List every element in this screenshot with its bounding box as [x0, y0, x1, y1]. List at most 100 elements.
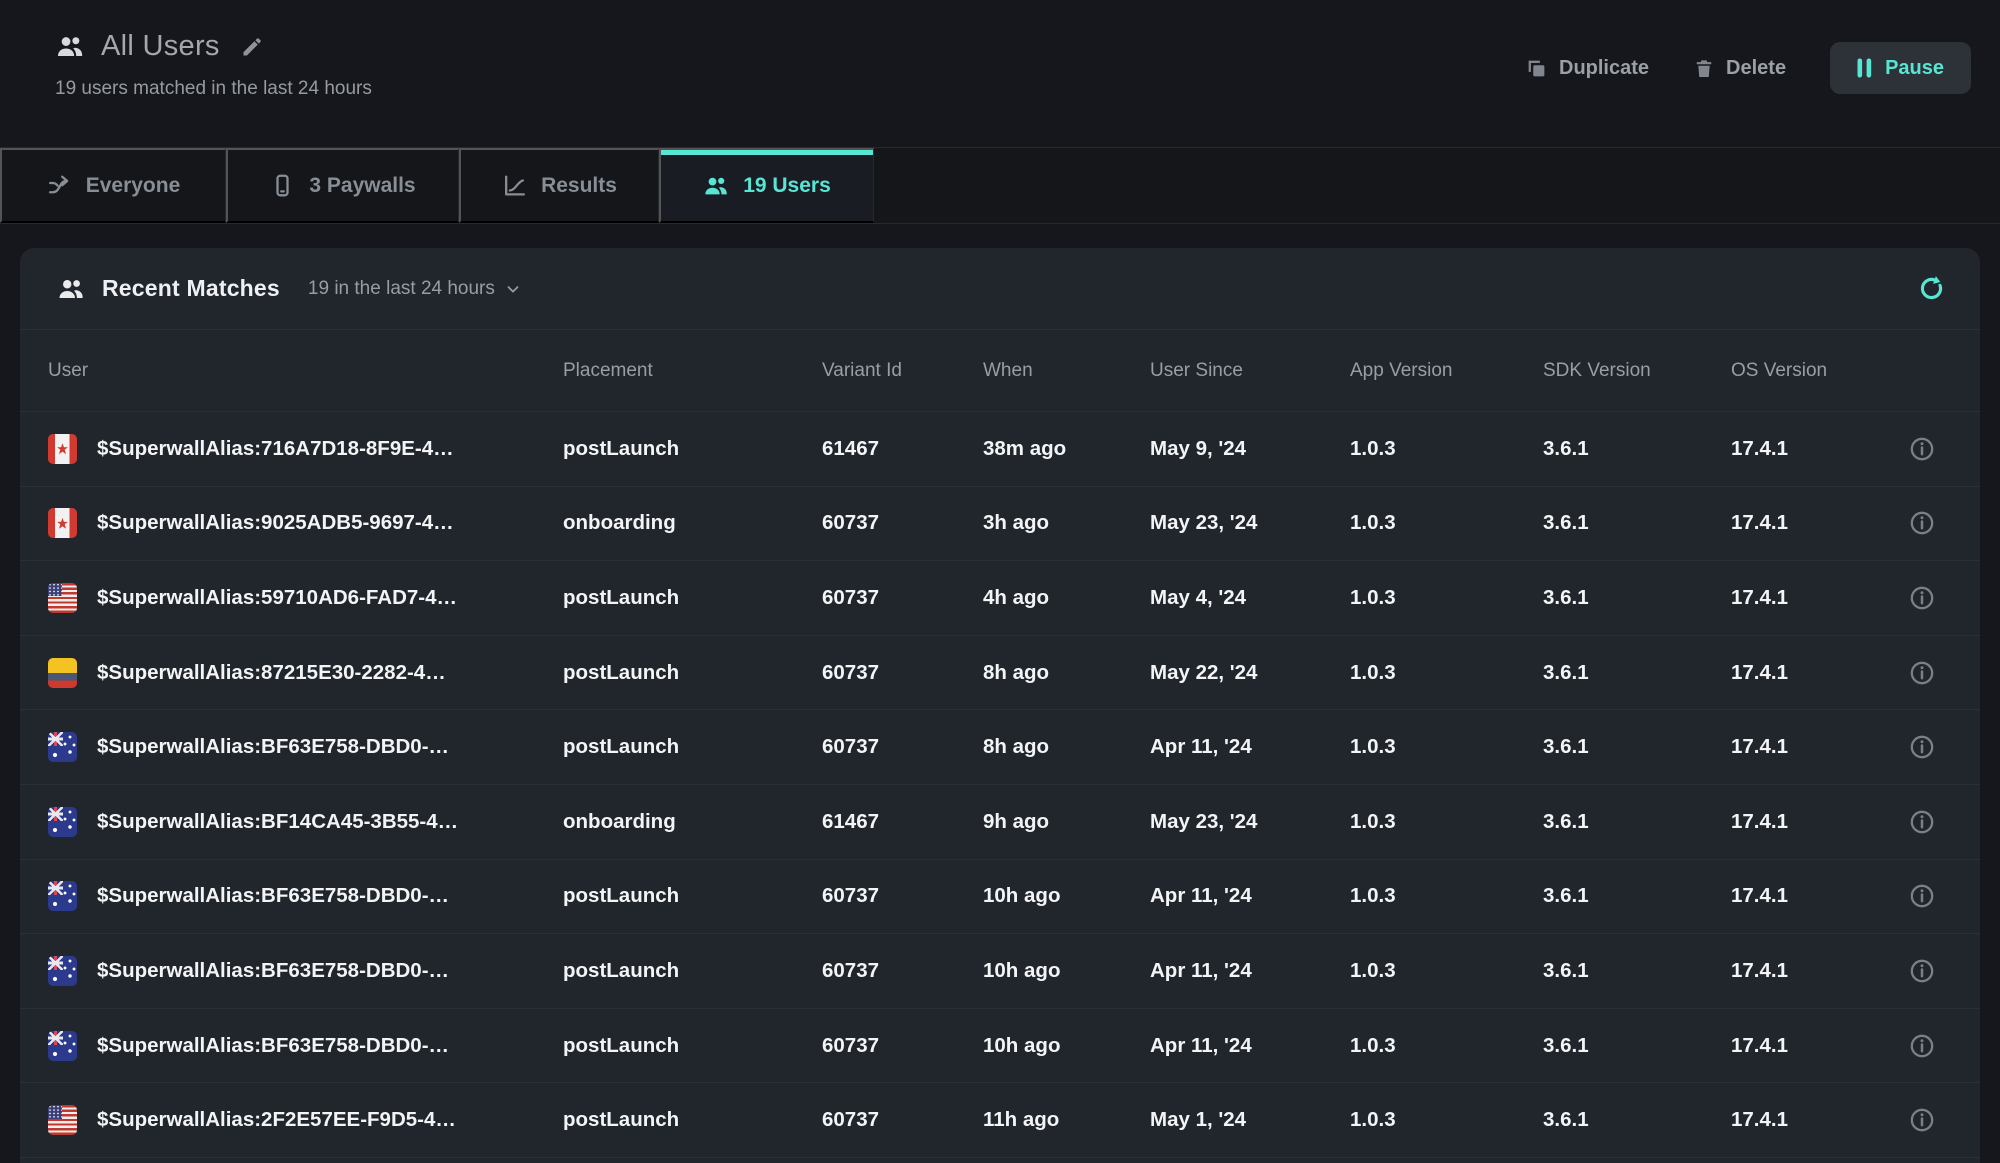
tab-users[interactable]: 19 Users — [659, 148, 874, 223]
app-version-value: 1.0.3 — [1350, 586, 1543, 610]
info-icon — [1909, 809, 1935, 835]
trash-icon — [1693, 57, 1715, 80]
variant-id-value: 60737 — [822, 959, 983, 983]
column-header-sdk-version: SDK Version — [1543, 360, 1731, 382]
os-version-value: 17.4.1 — [1731, 735, 1881, 759]
user-since-value: May 9, '24 — [1150, 437, 1350, 461]
phone-icon — [270, 173, 295, 198]
recent-matches-panel: Recent Matches 19 in the last 24 hours U… — [20, 248, 1980, 1163]
delete-label: Delete — [1726, 57, 1786, 80]
refresh-button[interactable] — [1917, 274, 1946, 303]
row-info-button[interactable] — [1909, 585, 1980, 611]
users-icon — [55, 33, 85, 60]
info-icon — [1909, 883, 1935, 909]
os-version-value: 17.4.1 — [1731, 1034, 1881, 1058]
panel-header: Recent Matches 19 in the last 24 hours — [20, 248, 1980, 330]
table-row[interactable]: $SuperwallAlias:BF14CA45-3B55-4… onboard… — [20, 785, 1980, 860]
page-header: All Users — [55, 30, 264, 63]
user-alias: $SuperwallAlias:BF63E758-DBD0-… — [97, 735, 449, 759]
tab-results[interactable]: Results — [459, 148, 659, 223]
delete-button[interactable]: Delete — [1693, 57, 1786, 80]
info-icon — [1909, 734, 1935, 760]
sdk-version-value: 3.6.1 — [1543, 810, 1731, 834]
table-row[interactable]: $SuperwallAlias:59710AD6-FAD7-4… postLau… — [20, 561, 1980, 636]
panel-title: Recent Matches — [102, 275, 280, 302]
table-row[interactable]: $SuperwallAlias:BF63E758-DBD0-… postLaun… — [20, 1009, 1980, 1084]
user-alias: $SuperwallAlias:716A7D18-8F9E-4… — [97, 437, 454, 461]
user-alias: $SuperwallAlias:BF63E758-DBD0-… — [97, 959, 449, 983]
table-row[interactable]: $SuperwallAlias:BF63E758-DBD0-… postLaun… — [20, 934, 1980, 1009]
user-since-value: May 4, '24 — [1150, 586, 1350, 610]
table-row[interactable]: $SuperwallAlias:2F2E57EE-F9D5-4… postLau… — [20, 1083, 1980, 1158]
variant-id-value: 60737 — [822, 661, 983, 685]
split-arrow-icon — [47, 173, 72, 198]
when-value: 11h ago — [983, 1108, 1150, 1132]
user-since-value: May 1, '24 — [1150, 1108, 1350, 1132]
matched-users-subtitle: 19 users matched in the last 24 hours — [55, 78, 372, 100]
refresh-icon — [1917, 274, 1946, 303]
user-alias: $SuperwallAlias:BF63E758-DBD0-… — [97, 1034, 449, 1058]
row-info-button[interactable] — [1909, 734, 1980, 760]
variant-id-value: 60737 — [822, 1108, 983, 1132]
tab-everyone[interactable]: Everyone — [0, 148, 226, 223]
when-value: 10h ago — [983, 959, 1150, 983]
row-info-button[interactable] — [1909, 809, 1980, 835]
page-title: All Users — [101, 30, 220, 63]
os-version-value: 17.4.1 — [1731, 511, 1881, 535]
os-version-value: 17.4.1 — [1731, 810, 1881, 834]
user-alias: $SuperwallAlias:BF63E758-DBD0-… — [97, 884, 449, 908]
tab-paywalls[interactable]: 3 Paywalls — [226, 148, 459, 223]
time-range-label: 19 in the last 24 hours — [308, 278, 495, 300]
user-alias: $SuperwallAlias:BF14CA45-3B55-4… — [97, 810, 458, 834]
flag-australia-icon — [48, 1031, 77, 1061]
tab-label: 19 Users — [743, 174, 831, 198]
table-row[interactable]: $SuperwallAlias:716A7D18-8F9E-4… postLau… — [20, 412, 1980, 487]
edit-title-button[interactable] — [240, 35, 264, 59]
table-row[interactable]: $SuperwallAlias:BF63E758-DBD0-… postLaun… — [20, 860, 1980, 935]
variant-id-value: 60737 — [822, 735, 983, 759]
users-icon — [703, 174, 729, 198]
table-row[interactable]: $SuperwallAlias:87215E30-2282-4… postLau… — [20, 636, 1980, 711]
tab-label: 3 Paywalls — [309, 174, 415, 198]
placement-value: postLaunch — [563, 884, 822, 908]
time-range-dropdown[interactable]: 19 in the last 24 hours — [308, 278, 522, 300]
table-row[interactable]: $SuperwallAlias:BF63E758-DBD0-… postLaun… — [20, 710, 1980, 785]
header-actions: Duplicate Delete Pause — [1525, 42, 1971, 94]
when-value: 3h ago — [983, 511, 1150, 535]
row-info-button[interactable] — [1909, 1033, 1980, 1059]
when-value: 38m ago — [983, 437, 1150, 461]
row-info-button[interactable] — [1909, 660, 1980, 686]
row-info-button[interactable] — [1909, 436, 1980, 462]
column-header-os-version: OS Version — [1731, 360, 1881, 382]
variant-id-value: 60737 — [822, 586, 983, 610]
info-icon — [1909, 1033, 1935, 1059]
info-icon — [1909, 510, 1935, 536]
app-version-value: 1.0.3 — [1350, 959, 1543, 983]
when-value: 9h ago — [983, 810, 1150, 834]
flag-australia-icon — [48, 732, 77, 762]
column-header-variant-id: Variant Id — [822, 360, 983, 382]
when-value: 4h ago — [983, 586, 1150, 610]
sdk-version-value: 3.6.1 — [1543, 661, 1731, 685]
table-body: $SuperwallAlias:716A7D18-8F9E-4… postLau… — [20, 412, 1980, 1158]
os-version-value: 17.4.1 — [1731, 959, 1881, 983]
variant-id-value: 60737 — [822, 511, 983, 535]
row-info-button[interactable] — [1909, 1107, 1980, 1133]
row-info-button[interactable] — [1909, 883, 1980, 909]
user-since-value: Apr 11, '24 — [1150, 884, 1350, 908]
table-row[interactable]: $SuperwallAlias:9025ADB5-9697-4… onboard… — [20, 487, 1980, 562]
info-icon — [1909, 958, 1935, 984]
row-info-button[interactable] — [1909, 958, 1980, 984]
column-header-when: When — [983, 360, 1150, 382]
pause-button[interactable]: Pause — [1830, 42, 1971, 94]
duplicate-button[interactable]: Duplicate — [1525, 57, 1649, 80]
app-version-value: 1.0.3 — [1350, 884, 1543, 908]
pause-label: Pause — [1885, 57, 1944, 80]
flag-usa-icon — [48, 583, 77, 613]
column-header-app-version: App Version — [1350, 360, 1543, 382]
row-info-button[interactable] — [1909, 510, 1980, 536]
user-since-value: May 23, '24 — [1150, 810, 1350, 834]
sdk-version-value: 3.6.1 — [1543, 1108, 1731, 1132]
duplicate-icon — [1525, 57, 1548, 80]
sdk-version-value: 3.6.1 — [1543, 959, 1731, 983]
